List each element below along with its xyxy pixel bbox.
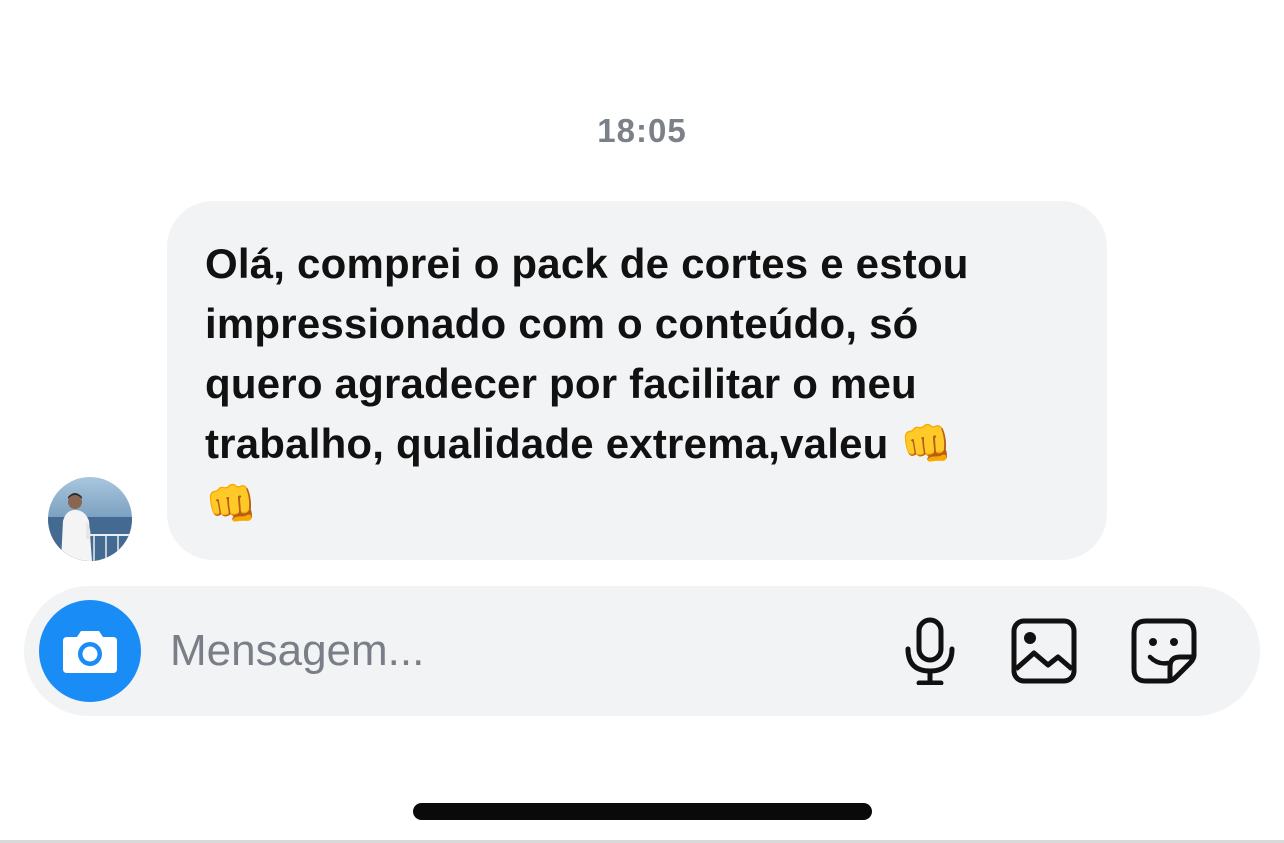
chat-screen: 18:05 Olá, comprei o pack de cortes e es <box>0 0 1284 843</box>
sticker-button[interactable] <box>1129 616 1199 686</box>
sender-avatar[interactable] <box>48 477 132 561</box>
camera-icon <box>63 631 117 673</box>
voice-message-button[interactable] <box>895 616 965 686</box>
image-icon <box>1011 618 1077 684</box>
home-indicator[interactable] <box>413 803 872 820</box>
message-text: Olá, comprei o pack de cortes e estou im… <box>205 240 969 527</box>
user-photo-avatar-icon <box>48 477 132 561</box>
received-message-bubble[interactable]: Olá, comprei o pack de cortes e estou im… <box>167 201 1107 560</box>
message-composer <box>24 586 1260 716</box>
message-timestamp: 18:05 <box>597 112 687 149</box>
message-input[interactable] <box>170 614 850 688</box>
camera-button[interactable] <box>39 600 141 702</box>
gallery-button[interactable] <box>1009 616 1079 686</box>
microphone-icon <box>905 617 955 685</box>
sticker-icon <box>1131 618 1197 684</box>
